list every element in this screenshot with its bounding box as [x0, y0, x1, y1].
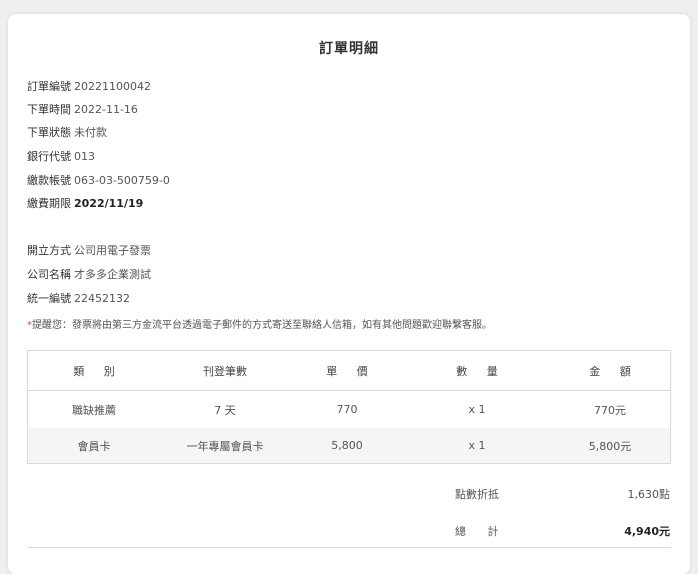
info-value: 才多多企業測試: [74, 268, 151, 281]
header-unit-price: 單 價: [326, 364, 368, 378]
cell-quantity: x 1: [468, 439, 486, 452]
invoice-tax-id: 統一編號 22452132: [27, 292, 130, 305]
page-title: 訂單明細: [319, 41, 379, 57]
info-payment-account: 繳款帳號 063-03-500759-0: [27, 174, 170, 187]
header-amount: 金 額: [589, 364, 631, 378]
info-value: 063-03-500759-0: [74, 174, 170, 187]
info-value: 公司用電子發票: [74, 244, 151, 257]
invoice-reminder: *提醒您：發票將由第三方金流平台透過電子郵件的方式寄送至聯絡人信箱，如有其他問題…: [27, 316, 492, 331]
table-row: 會員卡 一年專屬會員卡 5,800 x 1 5,800元: [28, 428, 670, 463]
cell-listing-count: 一年專屬會員卡: [186, 439, 264, 453]
cell-unit-price: 770: [336, 403, 358, 416]
cell-quantity: x 1: [468, 403, 486, 416]
info-value: 013: [74, 150, 95, 163]
info-value: 22452132: [74, 292, 130, 305]
table-row: 職缺推薦 7 天 770 x 1 770元: [28, 391, 670, 428]
invoice-method: 開立方式 公司用電子發票: [27, 244, 151, 257]
info-label: 繳費期限: [27, 197, 71, 210]
order-detail-card: 訂單明細 訂單編號 20221100042 下單時間 2022-11-16 下單狀態…: [8, 14, 690, 574]
cell-listing-count: 7 天: [214, 403, 236, 417]
header-quantity: 數 量: [456, 364, 498, 378]
header-listing-count: 刊登筆數: [203, 364, 247, 378]
info-value: 2022/11/19: [74, 197, 144, 210]
cell-unit-price: 5,800: [331, 439, 363, 452]
info-label: 下單狀態: [27, 126, 71, 139]
info-label: 公司名稱: [27, 268, 71, 281]
info-label: 下單時間: [27, 103, 71, 116]
info-bank-code: 銀行代號 013: [27, 150, 95, 163]
info-label: 訂單編號: [27, 80, 71, 93]
points-label: 點數折抵: [455, 488, 499, 501]
cell-category: 會員卡: [77, 439, 111, 453]
info-label: 統一編號: [27, 292, 71, 305]
invoice-company-name: 公司名稱 才多多企業測試: [27, 268, 151, 281]
header-category: 類 別: [73, 364, 115, 378]
cell-amount: 770元: [594, 403, 626, 417]
cell-amount: 5,800元: [588, 439, 632, 453]
total-value: 4,940元: [624, 525, 670, 538]
total-divider: [27, 547, 671, 548]
info-value: 20221100042: [74, 80, 151, 93]
info-value: 2022-11-16: [74, 103, 138, 116]
info-order-number: 訂單編號 20221100042: [27, 80, 151, 93]
info-label: 繳款帳號: [27, 174, 71, 187]
reminder-text: 提醒您：發票將由第三方金流平台透過電子郵件的方式寄送至聯絡人信箱，如有其他問題歡…: [32, 320, 492, 331]
total-row: 總 計 4,940元: [8, 523, 690, 553]
order-items-table: 類 別 刊登筆數 單 價 數 量 金 額 職缺推薦 7 天 770 x 1 77…: [27, 350, 671, 464]
info-label: 銀行代號: [27, 150, 71, 163]
points-deduction-row: 點數折抵 1,630點: [8, 486, 690, 516]
info-label: 開立方式: [27, 244, 71, 257]
info-order-time: 下單時間 2022-11-16: [27, 103, 138, 116]
table-header-row: 類 別 刊登筆數 單 價 數 量 金 額: [28, 351, 670, 391]
cell-category: 職缺推薦: [72, 403, 116, 417]
info-payment-deadline: 繳費期限 2022/11/19: [27, 197, 143, 210]
info-order-status: 下單狀態 未付款: [27, 126, 107, 139]
info-value: 未付款: [74, 126, 107, 139]
points-value: 1,630點: [627, 488, 671, 501]
total-label: 總 計: [455, 525, 499, 538]
